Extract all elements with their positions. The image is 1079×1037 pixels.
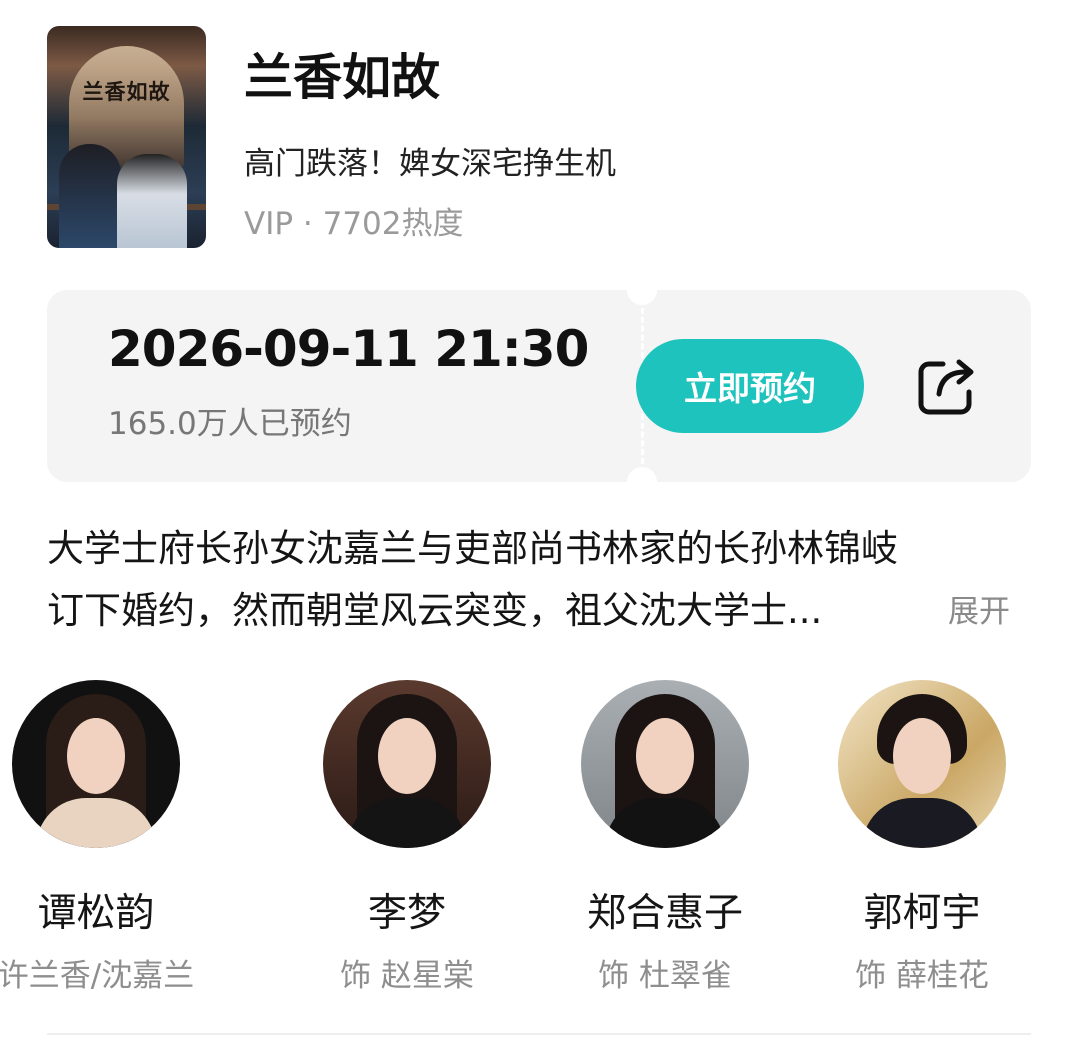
release-datetime: 2026-09-11 21:30 — [108, 320, 589, 378]
cast-role: 饰 杜翠雀 — [598, 958, 732, 994]
cast-name: 郭柯宇 — [863, 891, 981, 936]
reserve-button[interactable]: 立即预约 — [636, 339, 864, 433]
cast-name: 谭松韵 — [37, 891, 155, 936]
ticket-notch-bottom — [627, 467, 657, 497]
description-line: 订下婚约，然而朝堂风云突变，祖父沈大学士... — [47, 589, 823, 632]
cast-member[interactable]: 谭松韵 许兰香/沈嘉兰 — [0, 680, 226, 995]
cast-member[interactable]: 郑合惠子 饰 杜翠雀 — [535, 680, 795, 995]
reserved-count: 165.0万人已预约 — [108, 406, 352, 442]
show-subtitle: 高门跌落！婢女深宅挣生机 — [244, 146, 616, 182]
show-poster[interactable]: 兰香如故 — [47, 26, 206, 248]
show-title: 兰香如故 — [244, 49, 441, 106]
expand-description-link[interactable]: 展开 — [948, 586, 1010, 631]
cast-role: 饰 薛桂花 — [855, 958, 989, 994]
avatar — [838, 680, 1006, 848]
cast-member[interactable]: 李梦 饰 赵星棠 — [277, 680, 537, 995]
poster-title: 兰香如故 — [82, 79, 171, 104]
share-button[interactable] — [911, 350, 983, 422]
cast-name: 李梦 — [367, 891, 446, 936]
reservation-card: 2026-09-11 21:30 165.0万人已预约 立即预约 — [47, 275, 1031, 497]
poster-figure-left — [59, 144, 121, 248]
show-description: 大学士府长孙女沈嘉兰与吏部尚书林家的长孙林锦岐 订下婚约，然而朝堂风云突变，祖父… — [47, 518, 1027, 642]
description-line: 大学士府长孙女沈嘉兰与吏部尚书林家的长孙林锦岐 — [47, 527, 898, 570]
section-divider — [47, 1033, 1031, 1035]
avatar — [581, 680, 749, 848]
cast-role: 许兰香/沈嘉兰 — [0, 958, 195, 994]
ticket-notch-top — [627, 275, 657, 305]
avatar — [12, 680, 180, 848]
avatar — [323, 680, 491, 848]
show-meta: VIP · 7702热度 — [244, 206, 464, 242]
poster-figure-right — [117, 154, 187, 248]
cast-role: 饰 赵星棠 — [340, 958, 474, 994]
share-icon — [918, 359, 974, 415]
cast-member[interactable]: 郭柯宇 饰 薛桂花 — [792, 680, 1052, 995]
show-detail-page: 兰香如故 兰香如故 高门跌落！婢女深宅挣生机 VIP · 7702热度 2026… — [0, 0, 1079, 1037]
cast-name: 郑合惠子 — [586, 891, 743, 936]
